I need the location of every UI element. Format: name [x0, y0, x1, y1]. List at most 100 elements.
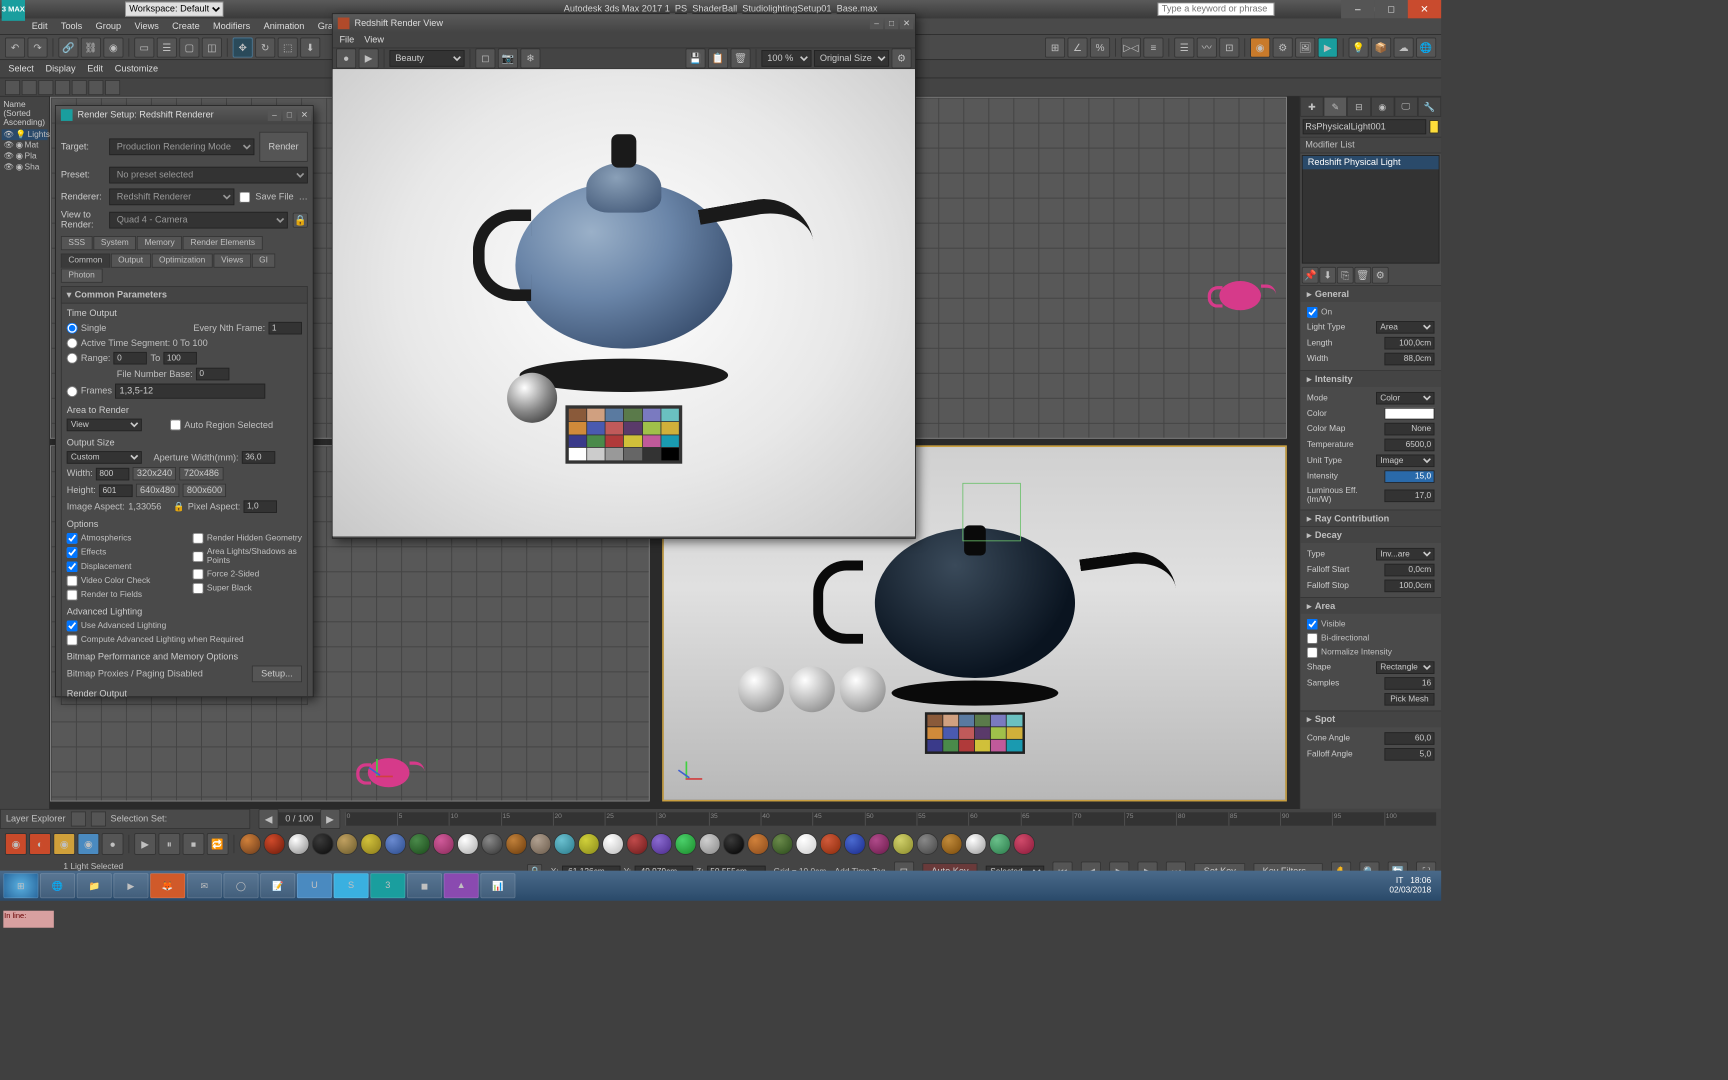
tree-item[interactable]: 👁💡Lights: [2, 129, 48, 140]
window-close[interactable]: ✕: [1408, 0, 1441, 18]
modifier-item[interactable]: Redshift Physical Light: [1303, 156, 1439, 169]
rv-settings-button[interactable]: ⚙: [892, 48, 912, 68]
dialog-titlebar[interactable]: Render Setup: Redshift Renderer –□✕: [56, 106, 313, 124]
place-button[interactable]: ⬇: [300, 37, 320, 57]
taskbar-media[interactable]: ▶: [113, 873, 148, 898]
tab-sss[interactable]: SSS: [61, 236, 93, 250]
select-button[interactable]: ▭: [134, 37, 154, 57]
taskbar-app[interactable]: ◯: [224, 873, 259, 898]
move-button[interactable]: ✥: [233, 37, 253, 57]
norm-checkbox[interactable]: [1307, 647, 1318, 658]
force-2sided-checkbox[interactable]: [193, 569, 204, 580]
render-width-input[interactable]: [96, 467, 129, 480]
material-sphere[interactable]: [771, 833, 793, 855]
filter-icon[interactable]: [55, 80, 70, 95]
make-unique-button[interactable]: ⎘: [1337, 267, 1354, 284]
snap-toggle[interactable]: ⊞: [1045, 37, 1065, 57]
range-to-input[interactable]: [164, 352, 197, 365]
rv-clear-button[interactable]: 🗑: [731, 48, 751, 68]
material-sphere[interactable]: [288, 833, 310, 855]
tree-item[interactable]: 👁◉Mat: [2, 140, 48, 151]
frames-radio[interactable]: [67, 386, 78, 397]
taskbar-app[interactable]: 📊: [480, 873, 515, 898]
area-select[interactable]: View: [67, 419, 142, 432]
material-sphere[interactable]: [239, 833, 261, 855]
tab-hierarchy[interactable]: ⊟: [1347, 97, 1370, 117]
filter-icon[interactable]: [22, 80, 37, 95]
rollout-header[interactable]: ▸ Decay: [1300, 527, 1441, 543]
file-base-input[interactable]: [196, 368, 229, 381]
tree-item[interactable]: 👁◉Pla: [2, 151, 48, 162]
timeline-next-button[interactable]: ▶: [320, 809, 340, 829]
active-segment-radio[interactable]: [67, 338, 78, 349]
preset-button[interactable]: 640x480: [136, 484, 180, 497]
material-sphere[interactable]: [1013, 833, 1035, 855]
pick-mesh-button[interactable]: Pick Mesh: [1384, 693, 1434, 706]
rollout-header[interactable]: ▸ Ray Contribution: [1300, 510, 1441, 526]
dialog-minimize[interactable]: –: [870, 18, 883, 30]
material-sphere[interactable]: [941, 833, 963, 855]
tab-output[interactable]: Output: [111, 254, 151, 268]
taskbar-firefox[interactable]: 🦊: [150, 873, 185, 898]
curve-editor-button[interactable]: 〰: [1197, 37, 1217, 57]
cone-input[interactable]: [1384, 732, 1434, 745]
unit-select[interactable]: Image: [1376, 455, 1434, 468]
link-button[interactable]: 🔗: [58, 37, 78, 57]
angle-snap[interactable]: ∠: [1068, 37, 1088, 57]
rv-pass-select[interactable]: Beauty: [389, 50, 464, 67]
shelf-button[interactable]: ◉: [5, 833, 27, 855]
filter-icon[interactable]: [5, 80, 20, 95]
material-sphere[interactable]: [675, 833, 697, 855]
object-name-input[interactable]: [1303, 119, 1426, 134]
start-button[interactable]: ⊞: [3, 873, 38, 898]
setup-button[interactable]: Setup...: [252, 666, 302, 683]
maxscript-prompt[interactable]: In line:: [3, 911, 53, 928]
system-tray[interactable]: IT 18:06 02/03/2018: [1389, 877, 1437, 895]
taskbar-skype[interactable]: S: [334, 873, 369, 898]
atmospherics-checkbox[interactable]: [67, 533, 78, 544]
sec-display[interactable]: Display: [46, 64, 76, 74]
light-gizmo[interactable]: [962, 483, 1020, 541]
layer-icon[interactable]: [91, 811, 106, 826]
auto-region-checkbox[interactable]: [170, 420, 181, 431]
show-end-result-button[interactable]: ⬇: [1319, 267, 1336, 284]
shelf-button[interactable]: ◉: [78, 833, 100, 855]
length-input[interactable]: [1384, 337, 1434, 350]
workspace-select[interactable]: Workspace: Default: [125, 2, 223, 17]
modifier-list-header[interactable]: Modifier List: [1300, 137, 1441, 154]
material-sphere[interactable]: [796, 833, 818, 855]
sec-customize[interactable]: Customize: [115, 64, 158, 74]
material-sphere[interactable]: [409, 833, 431, 855]
taskbar-app[interactable]: U: [297, 873, 332, 898]
taskbar-app[interactable]: ◼: [407, 873, 442, 898]
visible-checkbox[interactable]: [1307, 619, 1318, 630]
material-editor-button[interactable]: ◉: [1250, 37, 1270, 57]
material-sphere[interactable]: [989, 833, 1011, 855]
falloff-stop-input[interactable]: [1384, 580, 1434, 593]
frames-input[interactable]: [115, 384, 265, 399]
light-type-select[interactable]: Area: [1376, 321, 1434, 334]
material-sphere[interactable]: [457, 833, 479, 855]
falloff-start-input[interactable]: [1384, 564, 1434, 577]
bidir-checkbox[interactable]: [1307, 633, 1318, 644]
tree-item[interactable]: 👁◉Sha: [2, 162, 48, 173]
loop-button[interactable]: 🔁: [207, 833, 229, 855]
taskbar-app[interactable]: 📝: [260, 873, 295, 898]
temp-input[interactable]: [1384, 439, 1434, 452]
material-sphere[interactable]: [312, 833, 334, 855]
configure-sets-button[interactable]: ⚙: [1372, 267, 1389, 284]
rv-freeze-button[interactable]: ❄: [520, 48, 540, 68]
material-sphere[interactable]: [360, 833, 382, 855]
material-sphere[interactable]: [433, 833, 455, 855]
tab-optimization[interactable]: Optimization: [151, 254, 212, 268]
rendered-frame-button[interactable]: 🖼: [1295, 37, 1315, 57]
tab-views[interactable]: Views: [214, 254, 251, 268]
decay-type-select[interactable]: Inv...are: [1376, 548, 1434, 561]
material-sphere[interactable]: [626, 833, 648, 855]
timeline-prev-button[interactable]: ◀: [259, 809, 279, 829]
taskbar-ie[interactable]: 🌐: [40, 873, 75, 898]
stop-button[interactable]: ⏹: [183, 833, 205, 855]
material-sphere[interactable]: [505, 833, 527, 855]
effects-checkbox[interactable]: [67, 547, 78, 558]
range-from-input[interactable]: [114, 352, 147, 365]
